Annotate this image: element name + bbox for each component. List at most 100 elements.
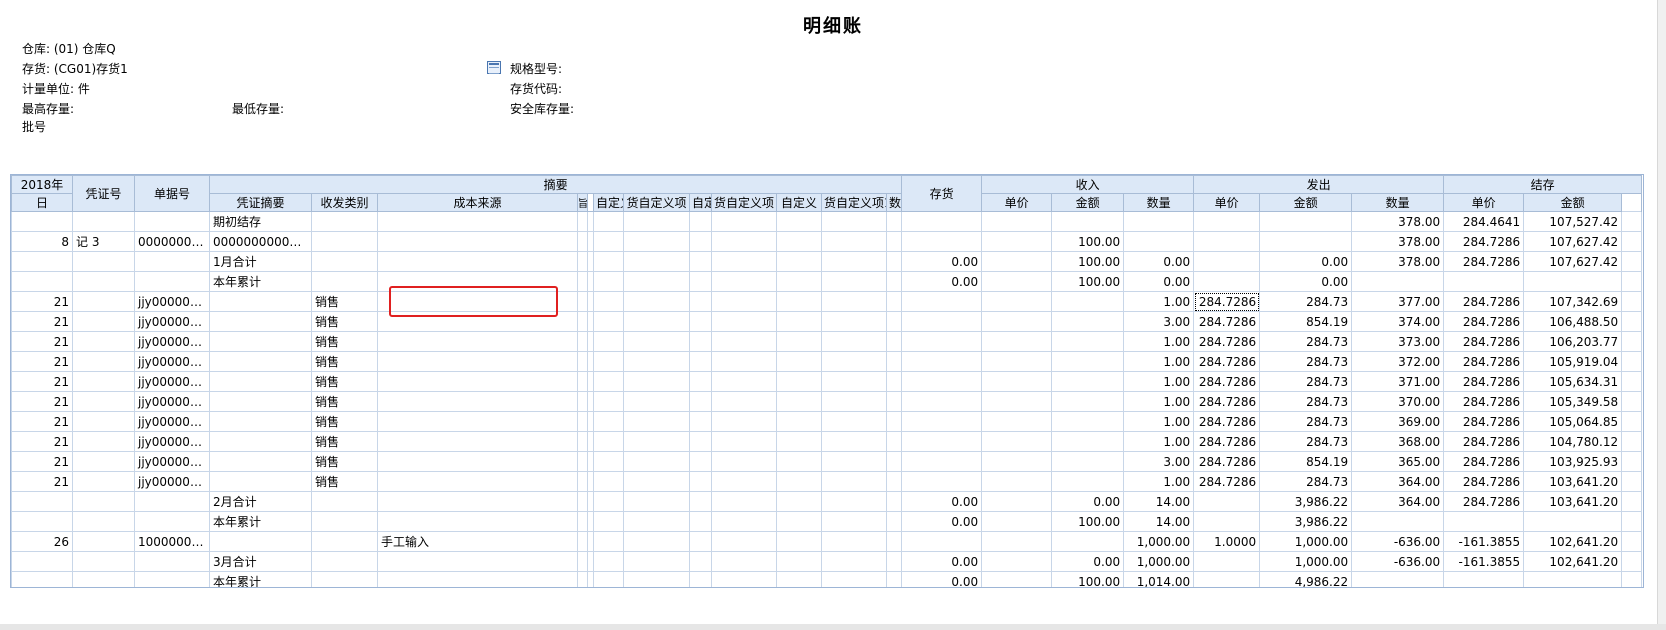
cell-source[interactable] <box>377 571 578 587</box>
empty-cell[interactable] <box>711 411 777 432</box>
empty-cell[interactable] <box>711 231 777 252</box>
cell-type[interactable]: 销售 <box>311 331 378 352</box>
table-row[interactable]: 本年累计 0.00 100.00 0.00 0.00 <box>11 271 1643 292</box>
cell-doc[interactable] <box>134 511 210 532</box>
empty-cell[interactable] <box>593 391 624 412</box>
cell-out-price[interactable] <box>1193 551 1261 572</box>
cell-bal-price[interactable]: 284.7286 <box>1443 291 1525 312</box>
cell-day[interactable] <box>11 211 73 232</box>
cell-out-qty[interactable]: 1.00 <box>1123 291 1195 312</box>
cell-day[interactable] <box>11 491 73 512</box>
cell-type[interactable] <box>311 511 378 532</box>
empty-cell[interactable] <box>821 251 887 272</box>
horizontal-scrollbar[interactable] <box>0 624 1666 630</box>
empty-cell[interactable] <box>711 251 777 272</box>
cell-in-price[interactable] <box>981 271 1053 292</box>
cell-in-price[interactable] <box>981 211 1053 232</box>
splitter-cell[interactable] <box>1621 551 1643 572</box>
splitter-cell[interactable] <box>1621 231 1643 252</box>
cell-doc[interactable]: jjy00000011 <box>134 431 210 452</box>
cell-voucher[interactable] <box>72 271 135 292</box>
empty-cell[interactable] <box>577 431 588 452</box>
empty-cell[interactable] <box>593 531 624 552</box>
cell-bal-amt[interactable]: 105,064.85 <box>1523 411 1623 432</box>
empty-cell[interactable] <box>623 451 690 472</box>
cell-out-amt[interactable]: 284.73 <box>1259 291 1353 312</box>
empty-cell[interactable] <box>577 351 588 372</box>
splitter-cell[interactable] <box>1621 391 1643 412</box>
cell-in-amt[interactable] <box>1051 331 1125 352</box>
cell-day[interactable]: 21 <box>11 471 73 492</box>
empty-cell[interactable] <box>821 311 887 332</box>
cell-in-amt[interactable]: 0.00 <box>1051 551 1125 572</box>
cell-bal-price[interactable]: 284.4641 <box>1443 211 1525 232</box>
cell-source[interactable] <box>377 431 578 452</box>
empty-cell[interactable] <box>711 571 777 587</box>
cell-bal-qty[interactable]: 377.00 <box>1351 291 1445 312</box>
cell-voucher[interactable] <box>72 371 135 392</box>
cell-in-qty[interactable] <box>901 431 983 452</box>
empty-cell[interactable] <box>593 311 624 332</box>
cell-voucher[interactable] <box>72 531 135 552</box>
cell-doc[interactable] <box>134 211 210 232</box>
splitter-cell[interactable] <box>1621 251 1643 272</box>
empty-cell[interactable] <box>776 411 822 432</box>
cell-out-amt[interactable]: 284.73 <box>1259 411 1353 432</box>
cell-out-price[interactable] <box>1193 491 1261 512</box>
cell-in-qty[interactable] <box>901 371 983 392</box>
cell-summary[interactable] <box>209 331 312 352</box>
cell-doc[interactable]: jjy00000017 <box>134 351 210 372</box>
cell-out-amt[interactable]: 854.19 <box>1259 451 1353 472</box>
cell-out-amt[interactable]: 284.73 <box>1259 351 1353 372</box>
cell-summary[interactable]: 000000000000... <box>209 231 312 252</box>
table-row[interactable]: 21 jjy00000010 销售 1.00 284.7286 284.73 369.00 2… <box>11 411 1643 432</box>
table-row[interactable]: 21 jjy00000015 销售 3.00 284.7286 854.19 374.00 2… <box>11 311 1643 332</box>
cell-in-price[interactable] <box>981 291 1053 312</box>
empty-cell[interactable] <box>689 271 712 292</box>
empty-cell[interactable] <box>821 571 887 587</box>
empty-cell[interactable] <box>577 511 588 532</box>
empty-cell[interactable] <box>623 571 690 587</box>
empty-cell[interactable] <box>593 451 624 472</box>
empty-cell[interactable] <box>885 351 903 372</box>
cell-in-qty[interactable]: 0.00 <box>901 571 983 587</box>
splitter-cell[interactable] <box>1621 491 1643 512</box>
cell-in-amt[interactable] <box>1051 531 1125 552</box>
cell-in-qty[interactable] <box>901 411 983 432</box>
cell-doc[interactable]: 000000000... <box>134 231 210 252</box>
cell-source[interactable] <box>377 231 578 252</box>
cell-out-price[interactable] <box>1193 231 1261 252</box>
cell-out-price[interactable]: 284.7286 <box>1193 451 1261 472</box>
cell-summary[interactable]: 1月合计 <box>209 251 312 272</box>
cell-doc[interactable]: jjy00000010 <box>134 411 210 432</box>
cell-out-price[interactable]: 1.0000 <box>1193 531 1261 552</box>
cell-out-amt[interactable]: 0.00 <box>1259 271 1353 292</box>
cell-in-amt[interactable]: 100.00 <box>1051 511 1125 532</box>
cell-bal-price[interactable]: 284.7286 <box>1443 451 1525 472</box>
cell-bal-qty[interactable]: -636.00 <box>1351 531 1445 552</box>
cell-voucher[interactable] <box>72 211 135 232</box>
empty-cell[interactable] <box>885 571 903 587</box>
empty-cell[interactable] <box>577 411 588 432</box>
empty-cell[interactable] <box>623 551 690 572</box>
empty-cell[interactable] <box>577 551 588 572</box>
empty-cell[interactable] <box>776 291 822 312</box>
cell-day[interactable]: 21 <box>11 431 73 452</box>
cell-out-price[interactable]: 284.7286 <box>1193 471 1261 492</box>
empty-cell[interactable] <box>577 211 588 232</box>
empty-cell[interactable] <box>689 531 712 552</box>
empty-cell[interactable] <box>577 251 588 272</box>
splitter-cell[interactable] <box>1621 511 1643 532</box>
cell-in-amt[interactable] <box>1051 451 1125 472</box>
cell-voucher[interactable] <box>72 431 135 452</box>
table-row[interactable]: 期初结存 378.00 284.4641 107,527.42 <box>11 211 1643 232</box>
splitter-cell[interactable] <box>1621 331 1643 352</box>
cell-source[interactable] <box>377 211 578 232</box>
table-row[interactable]: 3月合计 0.00 0.00 1,000.00 1,000.00 -636.00 -161.… <box>11 551 1643 572</box>
cell-day[interactable] <box>11 511 73 532</box>
cell-voucher[interactable] <box>72 511 135 532</box>
cell-voucher[interactable] <box>72 251 135 272</box>
cell-summary[interactable] <box>209 431 312 452</box>
cell-bal-qty[interactable]: 369.00 <box>1351 411 1445 432</box>
empty-cell[interactable] <box>593 331 624 352</box>
